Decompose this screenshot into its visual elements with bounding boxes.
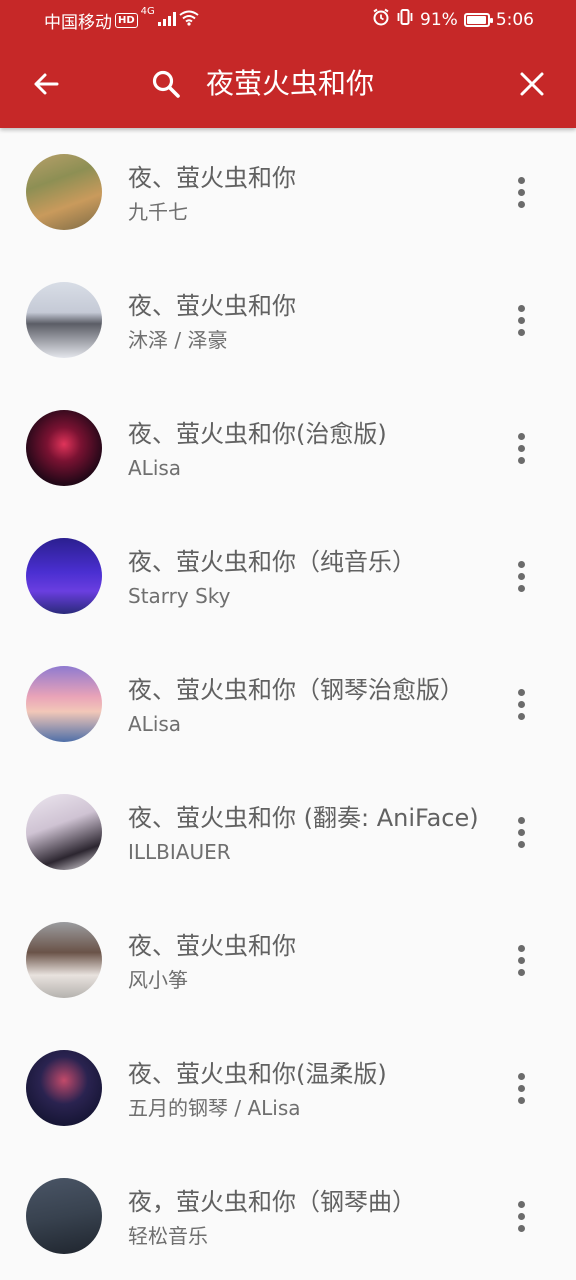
song-artist: 五月的钢琴 / ALisa <box>128 1096 301 1120</box>
network-label: 4G <box>140 6 155 17</box>
album-art <box>26 410 102 486</box>
alarm-icon <box>372 8 390 31</box>
battery-icon <box>463 12 493 27</box>
result-row[interactable]: 夜、萤火虫和你 风小筝 <box>0 896 576 1024</box>
more-vert-icon <box>517 432 525 440</box>
more-vert-icon-dot <box>517 572 525 580</box>
more-vert-icon-dot <box>517 444 525 452</box>
more-vert-icon-dot <box>517 188 525 196</box>
more-vert-icon <box>517 304 525 312</box>
arrow-left-icon <box>34 73 59 95</box>
clock: 5:06 <box>495 9 534 30</box>
search-icon <box>152 70 180 98</box>
status-left: 中国移动 HD 4G <box>44 6 199 33</box>
song-artist: Starry Sky <box>128 584 231 608</box>
more-vert-icon-dot <box>517 828 525 836</box>
search-button[interactable] <box>144 62 188 106</box>
more-vert-icon-dot <box>517 1084 525 1092</box>
more-vert-icon <box>517 560 525 568</box>
more-options-button[interactable] <box>504 168 538 216</box>
more-vert-icon-dot <box>517 712 525 720</box>
more-vert-icon-dot <box>517 316 525 324</box>
song-title: 夜、萤火虫和你 <box>128 164 296 192</box>
close-icon <box>520 72 544 96</box>
song-artist: ALisa <box>128 456 182 480</box>
more-options-button[interactable] <box>504 1192 538 1240</box>
album-art <box>26 282 102 358</box>
search-results-list: 夜、萤火虫和你 九千七 夜、萤火虫和你 沐泽 / 泽豪 夜、萤火虫和你(治愈版)… <box>0 128 576 1280</box>
result-row[interactable]: 夜、萤火虫和你(温柔版) 五月的钢琴 / ALisa <box>0 1024 576 1152</box>
more-vert-icon-dot <box>517 956 525 964</box>
more-vert-icon-dot <box>517 584 525 592</box>
song-artist: 轻松音乐 <box>128 1224 208 1248</box>
album-art <box>26 666 102 742</box>
status-right: 91% 5:06 <box>372 8 534 31</box>
more-options-button[interactable] <box>504 936 538 984</box>
result-row[interactable]: 夜、萤火虫和你 (翻奏: AniFace) ILLBIAUER <box>0 768 576 896</box>
song-title: 夜、萤火虫和你(治愈版) <box>128 420 387 448</box>
more-vert-icon <box>517 944 525 952</box>
more-options-button[interactable] <box>504 552 538 600</box>
album-art <box>26 1050 102 1126</box>
more-vert-icon <box>517 1072 525 1080</box>
more-options-button[interactable] <box>504 424 538 472</box>
album-art <box>26 794 102 870</box>
more-vert-icon-dot <box>517 700 525 708</box>
song-title: 夜、萤火虫和你(温柔版) <box>128 1060 387 1088</box>
more-options-button[interactable] <box>504 1064 538 1112</box>
search-toolbar: 夜萤火虫和你 <box>0 48 576 120</box>
song-title: 夜、萤火虫和你（纯音乐） <box>128 548 416 576</box>
song-artist: 沐泽 / 泽豪 <box>128 328 228 352</box>
more-vert-icon-dot <box>517 200 525 208</box>
song-artist: 风小筝 <box>128 968 188 992</box>
hd-badge: HD <box>115 13 138 28</box>
status-bar: 中国移动 HD 4G 91% 5:06 <box>0 0 576 40</box>
more-vert-icon-dot <box>517 328 525 336</box>
result-row[interactable]: 夜、萤火虫和你（纯音乐） Starry Sky <box>0 512 576 640</box>
more-vert-icon-dot <box>517 968 525 976</box>
result-row[interactable]: 夜、萤火虫和你 沐泽 / 泽豪 <box>0 256 576 384</box>
more-vert-icon-dot <box>517 456 525 464</box>
more-vert-icon <box>517 816 525 824</box>
more-vert-icon <box>517 1200 525 1208</box>
more-vert-icon-dot <box>517 1096 525 1104</box>
album-art <box>26 538 102 614</box>
wifi-icon <box>179 10 199 31</box>
back-button[interactable] <box>24 62 68 106</box>
battery-percent: 91% <box>420 9 458 30</box>
song-artist: ALisa <box>128 712 182 736</box>
song-artist: ILLBIAUER <box>128 840 231 864</box>
signal-icon <box>157 11 176 31</box>
song-title: 夜，萤火虫和你（钢琴曲） <box>128 1188 416 1216</box>
album-art <box>26 154 102 230</box>
more-options-button[interactable] <box>504 296 538 344</box>
result-row[interactable]: 夜、萤火虫和你(治愈版) ALisa <box>0 384 576 512</box>
more-vert-icon-dot <box>517 1212 525 1220</box>
song-title: 夜、萤火虫和你（钢琴治愈版） <box>128 676 464 704</box>
more-vert-icon <box>517 176 525 184</box>
more-vert-icon-dot <box>517 1224 525 1232</box>
song-artist: 九千七 <box>128 200 188 224</box>
song-title: 夜、萤火虫和你 (翻奏: AniFace) <box>128 804 479 832</box>
more-vert-icon <box>517 688 525 696</box>
result-row[interactable]: 夜、萤火虫和你（钢琴治愈版） ALisa <box>0 640 576 768</box>
search-query[interactable]: 夜萤火虫和你 <box>206 64 374 104</box>
album-art <box>26 1178 102 1254</box>
clear-search-button[interactable] <box>510 62 554 106</box>
result-row[interactable]: 夜、萤火虫和你 九千七 <box>0 128 576 256</box>
album-art <box>26 922 102 998</box>
vibrate-icon <box>396 8 414 31</box>
carrier-label: 中国移动 <box>44 13 112 33</box>
more-options-button[interactable] <box>504 680 538 728</box>
more-vert-icon-dot <box>517 840 525 848</box>
song-title: 夜、萤火虫和你 <box>128 932 296 960</box>
app-bar: 中国移动 HD 4G 91% 5:06 夜萤火虫和你 <box>0 0 576 128</box>
song-title: 夜、萤火虫和你 <box>128 292 296 320</box>
result-row[interactable]: 夜，萤火虫和你（钢琴曲） 轻松音乐 <box>0 1152 576 1280</box>
more-options-button[interactable] <box>504 808 538 856</box>
